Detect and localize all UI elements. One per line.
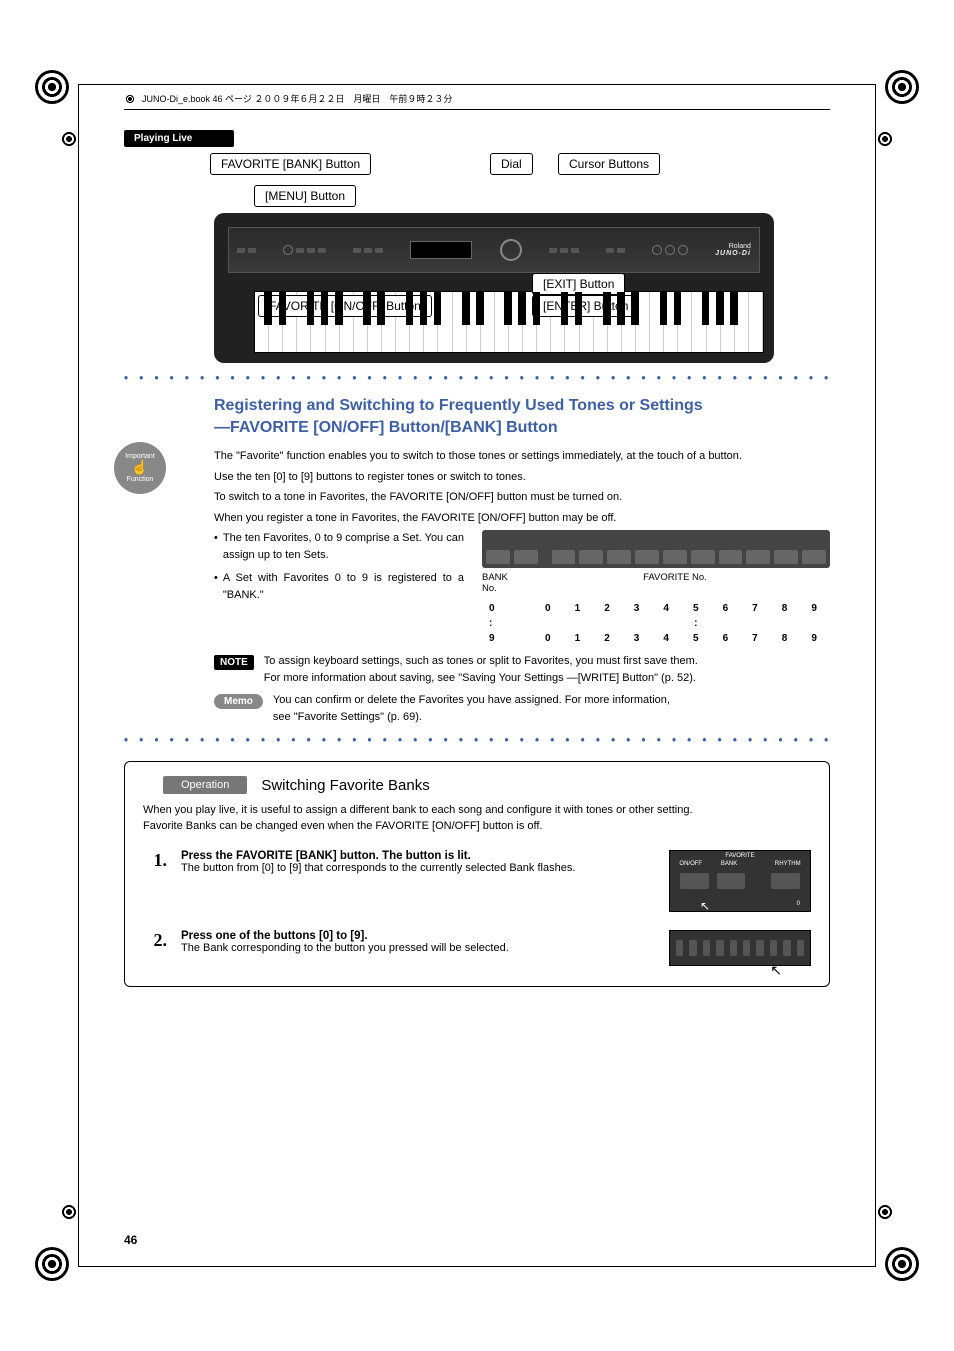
callout-favorite-bank: FAVORITE [BANK] Button [210, 153, 371, 175]
note-tag: NOTE [214, 655, 254, 670]
step-figure: ↖ [669, 930, 811, 966]
operation-box: Operation Switching Favorite Banks When … [124, 761, 830, 987]
book-header-text: JUNO-Di_e.book 46 ページ ２００９年６月２２日 月曜日 午前９… [142, 92, 452, 105]
step-text: The Bank corresponding to the button you… [181, 942, 655, 954]
page-content: JUNO-Di_e.book 46 ページ ２００９年６月２２日 月曜日 午前９… [80, 86, 874, 1265]
side-badge: Important ☝ Function [114, 442, 166, 494]
operation-tag: Operation [163, 776, 247, 794]
memo-tag: Memo [214, 694, 263, 709]
callout-menu: [MENU] Button [254, 185, 356, 207]
brand-label: Roland [715, 243, 751, 250]
knob-icon [665, 245, 675, 255]
paragraph: To switch to a tone in Favorites, the FA… [214, 489, 830, 506]
favorite-panel-icon [482, 530, 830, 568]
paragraph: The "Favorite" function enables you to s… [214, 448, 830, 465]
bank-no-label: BANK No. [482, 572, 520, 594]
operation-intro: When you play live, it is useful to assi… [143, 804, 811, 816]
table-row: : : [484, 617, 828, 630]
hand-icon: Important ☝ Function [114, 442, 166, 494]
header-rule [124, 109, 830, 110]
model-label: JUNO-Di [715, 250, 751, 257]
memo-block: Memo You can confirm or delete the Favor… [214, 692, 830, 725]
target-icon [124, 93, 136, 105]
dial-icon [500, 239, 522, 261]
sheet: JUNO-Di_e.book 46 ページ ２００９年６月２２日 月曜日 午前９… [0, 0, 954, 1351]
bank-diagram: BANK No. FAVORITE No. 0 0 1 2 3 4 5 6 7 … [482, 530, 830, 647]
pointer-icon: ↖ [700, 899, 710, 913]
registration-mark-icon [877, 1204, 893, 1220]
bullet-item: The ten Favorites, 0 to 9 comprise a Set… [214, 530, 464, 564]
registration-mark-icon [35, 1247, 69, 1281]
section-title: Registering and Switching to Frequently … [214, 395, 830, 438]
bullet-item: A Set with Favorites 0 to 9 is registere… [214, 570, 464, 604]
keyboard-body: Roland JUNO-Di [214, 213, 774, 363]
callout-dial: Dial [490, 153, 533, 175]
registration-mark-icon [61, 1204, 77, 1220]
bank-section: The ten Favorites, 0 to 9 comprise a Set… [214, 530, 830, 647]
divider-dots: • • • • • • • • • • • • • • • • • • • • … [124, 735, 830, 747]
registration-mark-icon [877, 131, 893, 147]
favorite-no-label: FAVORITE No. [520, 572, 830, 594]
bank-table: 0 0 1 2 3 4 5 6 7 8 9 : [482, 600, 830, 647]
paragraph: Use the ten [0] to [9] buttons to regist… [214, 469, 830, 486]
registration-mark-icon [885, 70, 919, 104]
operation-intro: Favorite Banks can be changed even when … [143, 820, 811, 832]
running-head: Playing Live [124, 130, 234, 147]
registration-mark-icon [61, 131, 77, 147]
print-header: JUNO-Di_e.book 46 ページ ２００９年６月２２日 月曜日 午前９… [124, 92, 830, 105]
step-number: 1. [143, 850, 167, 871]
paragraph: When you register a tone in Favorites, t… [214, 510, 830, 527]
divider-dots: • • • • • • • • • • • • • • • • • • • • … [124, 373, 830, 385]
callout-cursor: Cursor Buttons [558, 153, 660, 175]
keyboard-top-panel: Roland JUNO-Di [228, 227, 760, 273]
keyboard-figure: FAVORITE [BANK] Button Dial Cursor Butto… [214, 157, 774, 363]
step-1: 1. Press the FAVORITE [BANK] button. The… [143, 850, 811, 912]
step-bold: Press one of the buttons [0] to [9]. [181, 930, 655, 942]
step-2: 2. Press one of the buttons [0] to [9]. … [143, 930, 811, 966]
step-number: 2. [143, 930, 167, 951]
knob-icon [283, 245, 293, 255]
operation-title: Switching Favorite Banks [261, 777, 429, 794]
table-row: 0 0 1 2 3 4 5 6 7 8 9 [484, 602, 828, 615]
knob-icon [678, 245, 688, 255]
registration-mark-icon [35, 70, 69, 104]
step-figure: FAVORITE ON/OFF BANK RHYTHM 0 ↖ [669, 850, 811, 912]
registration-mark-icon [885, 1247, 919, 1281]
table-row: 9 0 1 2 3 4 5 6 7 8 9 [484, 632, 828, 645]
pointer-icon: ↖ [770, 962, 782, 979]
step-text: The button from [0] to [9] that correspo… [181, 862, 655, 874]
page-number: 46 [124, 1233, 137, 1247]
note-block: NOTE To assign keyboard settings, such a… [214, 653, 830, 686]
lcd-icon [410, 241, 472, 259]
step-bold: Press the FAVORITE [BANK] button. The bu… [181, 850, 655, 862]
knob-icon [652, 245, 662, 255]
